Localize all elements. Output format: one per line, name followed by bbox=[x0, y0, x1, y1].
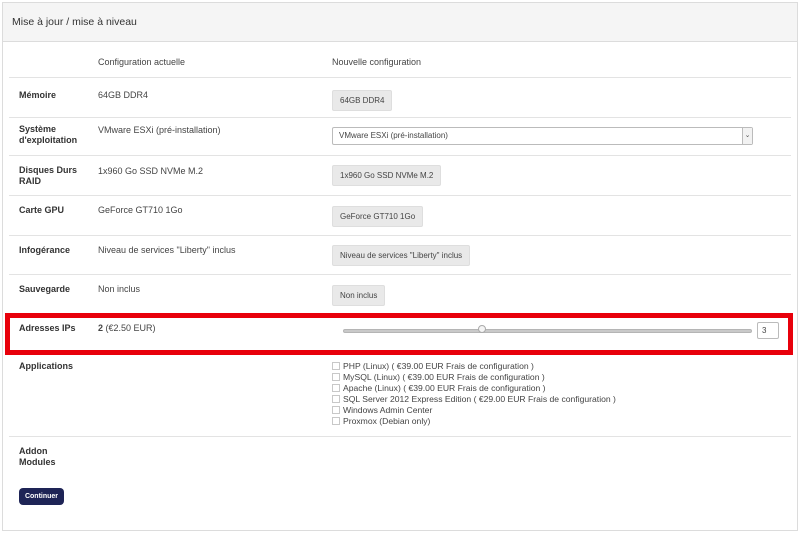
row-gpu: Carte GPU GeForce GT710 1Go GeForce GT71… bbox=[9, 196, 791, 236]
ip-count: 2 bbox=[98, 323, 104, 333]
application-option[interactable]: MySQL (Linux) ( €39.00 EUR Frais de conf… bbox=[332, 371, 616, 382]
new-value-badge: GeForce GT710 1Go bbox=[332, 206, 424, 227]
application-option[interactable]: SQL Server 2012 Express Edition ( €29.00… bbox=[332, 393, 616, 404]
row-applications: Applications PHP (Linux) ( €39.00 EUR Fr… bbox=[9, 353, 791, 437]
application-label: PHP (Linux) ( €39.00 EUR Frais de config… bbox=[343, 360, 534, 371]
current-value: Non inclus bbox=[98, 284, 141, 294]
row-label: Carte GPU bbox=[19, 205, 65, 215]
row-disks: Disques Durs RAID 1x960 Go SSD NVMe M.2 … bbox=[9, 156, 791, 196]
row-management: Infogérance Niveau de services "Liberty"… bbox=[9, 236, 791, 275]
continue-button[interactable]: Continuer bbox=[19, 488, 64, 505]
application-label: Proxmox (Debian only) bbox=[343, 415, 431, 426]
application-label: Windows Admin Center bbox=[343, 404, 433, 415]
new-value-badge: 1x960 Go SSD NVMe M.2 bbox=[332, 165, 442, 186]
row-addon-modules: Addon Modules bbox=[9, 437, 791, 479]
current-value: 64GB DDR4 bbox=[98, 90, 149, 100]
chevron-down-icon[interactable]: ⌄ bbox=[742, 128, 752, 144]
row-label: Infogérance bbox=[19, 245, 71, 255]
config-table: Configuration actuelle Nouvelle configur… bbox=[9, 44, 791, 479]
table-header: Configuration actuelle Nouvelle configur… bbox=[9, 44, 791, 78]
row-label: Adresses IPs bbox=[19, 323, 76, 333]
os-select-value: VMware ESXi (pré-installation) bbox=[339, 131, 448, 140]
application-label: Apache (Linux) ( €39.00 EUR Frais de con… bbox=[343, 382, 546, 393]
current-value: GeForce GT710 1Go bbox=[98, 205, 183, 215]
row-label: Addon Modules bbox=[19, 446, 56, 467]
ip-slider-handle[interactable] bbox=[478, 325, 487, 333]
application-option[interactable]: Windows Admin Center bbox=[332, 404, 616, 415]
row-label: Mémoire bbox=[19, 90, 57, 100]
new-value-badge: Non inclus bbox=[332, 285, 386, 306]
current-value: VMware ESXi (pré-installation) bbox=[98, 125, 221, 135]
application-checkbox[interactable] bbox=[332, 417, 340, 425]
application-option[interactable]: Apache (Linux) ( €39.00 EUR Frais de con… bbox=[332, 382, 616, 393]
panel-title: Mise à jour / mise à niveau bbox=[3, 3, 797, 42]
row-backup: Sauvegarde Non inclus Non inclus bbox=[9, 275, 791, 315]
ip-slider-track[interactable] bbox=[343, 329, 752, 333]
application-label: SQL Server 2012 Express Edition ( €29.00… bbox=[343, 393, 616, 404]
row-label: Disques Durs RAID bbox=[19, 165, 78, 186]
current-value: Niveau de services "Liberty" inclus bbox=[98, 245, 236, 255]
ip-price: (€2.50 EUR) bbox=[105, 323, 156, 333]
applications-checklist: PHP (Linux) ( €39.00 EUR Frais de config… bbox=[332, 360, 616, 426]
application-option[interactable]: Proxmox (Debian only) bbox=[332, 415, 616, 426]
column-current: Configuration actuelle bbox=[98, 57, 186, 67]
ip-quantity-input[interactable]: 3 bbox=[757, 322, 779, 339]
application-checkbox[interactable] bbox=[332, 406, 340, 414]
os-select[interactable]: VMware ESXi (pré-installation) ⌄ bbox=[332, 127, 753, 145]
application-option[interactable]: PHP (Linux) ( €39.00 EUR Frais de config… bbox=[332, 360, 616, 371]
column-new: Nouvelle configuration bbox=[332, 57, 422, 67]
row-os: Système d'exploitation VMware ESXi (pré-… bbox=[9, 118, 791, 156]
application-checkbox[interactable] bbox=[332, 373, 340, 381]
row-ip-addresses: Adresses IPs 2 (€2.50 EUR) 3 bbox=[9, 315, 791, 353]
new-value-badge: 64GB DDR4 bbox=[332, 90, 393, 111]
row-label: Système d'exploitation bbox=[19, 124, 78, 145]
row-label: Sauvegarde bbox=[19, 284, 71, 294]
application-checkbox[interactable] bbox=[332, 395, 340, 403]
current-value: 2 (€2.50 EUR) bbox=[98, 323, 156, 333]
current-value: 1x960 Go SSD NVMe M.2 bbox=[98, 166, 204, 176]
application-checkbox[interactable] bbox=[332, 362, 340, 370]
row-label: Applications bbox=[19, 361, 74, 371]
row-memory: Mémoire 64GB DDR4 64GB DDR4 bbox=[9, 78, 791, 118]
application-label: MySQL (Linux) ( €39.00 EUR Frais de conf… bbox=[343, 371, 545, 382]
new-value-badge: Niveau de services "Liberty" inclus bbox=[332, 245, 471, 266]
application-checkbox[interactable] bbox=[332, 384, 340, 392]
